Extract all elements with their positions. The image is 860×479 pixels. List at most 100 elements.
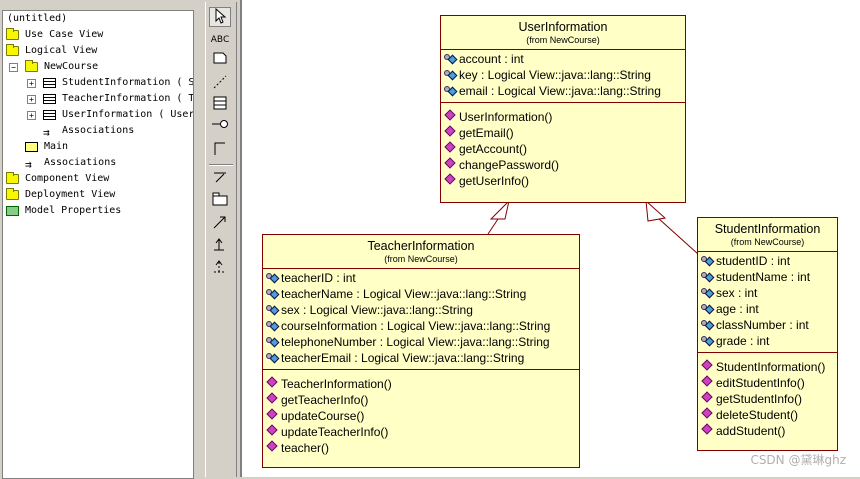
attribute-text: telephoneNumber : Logical View::java::la… xyxy=(281,335,550,349)
tree-item-label: Main xyxy=(44,141,69,152)
operation-text: TeacherInformation() xyxy=(281,377,392,391)
class-teacherinformation[interactable]: TeacherInformation (from NewCourse) teac… xyxy=(262,234,580,468)
operation-row[interactable]: UserInformation() xyxy=(441,109,685,125)
attribute-row[interactable]: teacherID : int xyxy=(263,270,579,286)
attribute-text: sex : Logical View::java::lang::String xyxy=(281,303,473,317)
selection-tool-icon[interactable] xyxy=(209,7,231,27)
expand-icon[interactable]: + xyxy=(27,95,36,104)
public-operation-icon xyxy=(701,375,713,387)
class-userinformation[interactable]: UserInformation (from NewCourse) account… xyxy=(440,15,686,203)
operation-row[interactable]: changePassword() xyxy=(441,157,685,173)
attribute-text: teacherID : int xyxy=(281,271,356,285)
expand-icon[interactable]: + xyxy=(27,79,36,88)
operation-row[interactable]: deleteStudent() xyxy=(698,407,837,423)
private-attribute-icon xyxy=(444,70,458,81)
operation-row[interactable]: getAccount() xyxy=(441,141,685,157)
attribute-row[interactable]: age : int xyxy=(698,301,837,317)
operation-row[interactable]: TeacherInformation() xyxy=(263,376,579,392)
folder-icon xyxy=(6,188,19,200)
class-header: StudentInformation (from NewCourse) xyxy=(698,218,837,252)
public-operation-icon xyxy=(266,408,278,420)
operation-row[interactable]: editStudentInfo() xyxy=(698,375,837,391)
public-operation-icon xyxy=(266,392,278,404)
class-package: (from NewCourse) xyxy=(384,254,458,264)
package-tool-icon[interactable] xyxy=(209,192,231,212)
attribute-text: email : Logical View::java::lang::String xyxy=(459,84,661,98)
association-tool-icon[interactable] xyxy=(209,140,231,160)
dependency-arrow-tool-icon[interactable] xyxy=(209,258,231,278)
operation-row[interactable]: getTeacherInfo() xyxy=(263,392,579,408)
operation-text: UserInformation() xyxy=(459,110,553,124)
private-attribute-icon xyxy=(701,336,715,347)
public-operation-icon xyxy=(444,125,456,137)
operation-row[interactable]: getEmail() xyxy=(441,125,685,141)
attribute-row[interactable]: account : int xyxy=(441,51,685,67)
generalization-tool-icon[interactable] xyxy=(209,236,231,256)
attribute-row[interactable]: sex : int xyxy=(698,285,837,301)
operation-row[interactable]: updateTeacherInfo() xyxy=(263,424,579,440)
attribute-row[interactable]: studentName : int xyxy=(698,269,837,285)
tree-item-label: Deployment View xyxy=(25,189,116,200)
private-attribute-icon xyxy=(266,337,280,348)
operation-text: updateTeacherInfo() xyxy=(281,425,389,439)
attribute-row[interactable]: sex : Logical View::java::lang::String xyxy=(263,302,579,318)
operation-row[interactable]: teacher() xyxy=(263,440,579,456)
operation-row[interactable]: updateCourse() xyxy=(263,408,579,424)
attribute-text: grade : int xyxy=(716,334,770,348)
operation-row[interactable]: addStudent() xyxy=(698,423,837,439)
private-attribute-icon xyxy=(266,289,280,300)
model-browser-tree[interactable]: (untitled) Use Case View Logical View − … xyxy=(2,10,194,479)
operation-compartment: StudentInformation() editStudentInfo() g… xyxy=(698,353,837,439)
attribute-text: courseInformation : Logical View::java::… xyxy=(281,319,551,333)
anchor-note-tool-icon[interactable] xyxy=(209,74,231,94)
tree-item-label: Associations xyxy=(62,125,135,136)
operation-text: changePassword() xyxy=(459,158,560,172)
generalization-student-to-user[interactable] xyxy=(645,199,699,255)
operation-compartment: TeacherInformation() getTeacherInfo() up… xyxy=(263,370,579,456)
folder-icon xyxy=(6,28,19,40)
tree-item-label: Logical View xyxy=(25,45,98,56)
attribute-compartment: account : int key : Logical View::java::… xyxy=(441,50,685,103)
note-tool-icon[interactable] xyxy=(209,52,231,72)
attribute-row[interactable]: classNumber : int xyxy=(698,317,837,333)
attribute-row[interactable]: courseInformation : Logical View::java::… xyxy=(263,318,579,334)
collapse-icon[interactable]: − xyxy=(9,63,18,72)
folder-icon xyxy=(25,60,38,72)
attribute-row[interactable]: teacherEmail : Logical View::java::lang:… xyxy=(263,350,579,366)
private-attribute-icon xyxy=(701,272,715,283)
realize-tool-icon[interactable] xyxy=(209,214,231,234)
attribute-row[interactable]: studentID : int xyxy=(698,253,837,269)
class-tool-icon[interactable] xyxy=(209,96,231,116)
generalization-teacher-to-user[interactable] xyxy=(487,199,510,235)
private-attribute-icon xyxy=(266,321,280,332)
operation-text: deleteStudent() xyxy=(716,408,799,422)
tree-item-label: Component View xyxy=(25,173,110,184)
attribute-text: key : Logical View::java::lang::String xyxy=(459,68,651,82)
operation-text: updateCourse() xyxy=(281,409,365,423)
attribute-row[interactable]: telephoneNumber : Logical View::java::la… xyxy=(263,334,579,350)
folder-icon xyxy=(6,172,19,184)
class-studentinformation[interactable]: StudentInformation (from NewCourse) stud… xyxy=(697,217,838,451)
interface-tool-icon[interactable] xyxy=(209,118,231,138)
class-package: (from NewCourse) xyxy=(730,237,805,247)
operation-row[interactable]: getStudentInfo() xyxy=(698,391,837,407)
public-operation-icon xyxy=(701,391,713,403)
operation-text: getStudentInfo() xyxy=(716,392,803,406)
attribute-row[interactable]: key : Logical View::java::lang::String xyxy=(441,67,685,83)
class-diagram-canvas[interactable]: UserInformation (from NewCourse) account… xyxy=(240,0,860,477)
attribute-row[interactable]: teacherName : Logical View::java::lang::… xyxy=(263,286,579,302)
expand-icon[interactable]: + xyxy=(27,111,36,120)
dependency-tool-icon[interactable] xyxy=(209,170,231,190)
attribute-row[interactable]: email : Logical View::java::lang::String xyxy=(441,83,685,99)
tree-root-label: (untitled) xyxy=(7,13,68,24)
attribute-row[interactable]: grade : int xyxy=(698,333,837,349)
tree-item-label: Use Case View xyxy=(25,29,104,40)
operation-row[interactable]: StudentInformation() xyxy=(698,359,837,375)
text-tool-icon[interactable]: ABC xyxy=(209,30,231,50)
class-icon xyxy=(43,94,56,104)
public-operation-icon xyxy=(444,109,456,121)
operation-row[interactable]: getUserInfo() xyxy=(441,173,685,189)
folder-icon xyxy=(6,44,19,56)
operation-text: getAccount() xyxy=(459,142,528,156)
attribute-text: sex : int xyxy=(716,286,758,300)
